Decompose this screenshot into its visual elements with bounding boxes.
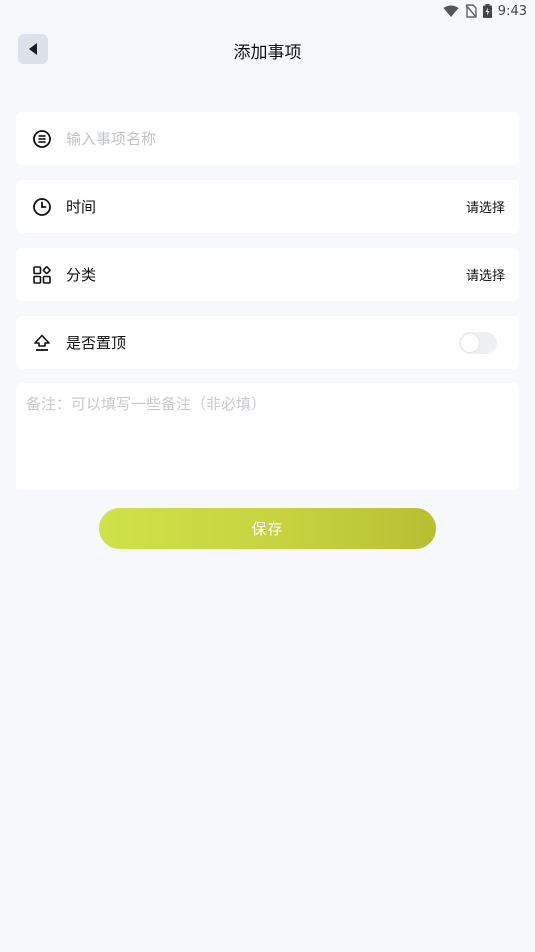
- category-select[interactable]: 请选择: [466, 265, 505, 284]
- time-row[interactable]: 时间 请选择: [16, 180, 519, 233]
- status-bar: 9:43: [0, 0, 535, 22]
- category-row[interactable]: 分类 请选择: [16, 248, 519, 301]
- pin-label: 是否置顶: [66, 334, 127, 352]
- battery-charging-icon: [482, 4, 492, 18]
- status-time: 9:43: [497, 3, 527, 19]
- pin-toggle[interactable]: [459, 331, 497, 354]
- equal-circle-icon: [32, 129, 52, 149]
- remark-card: [16, 383, 519, 490]
- no-sim-icon: [465, 4, 477, 18]
- header: 添加事项: [0, 30, 535, 70]
- pin-top-icon: [32, 333, 52, 353]
- clock-icon: [32, 197, 52, 217]
- toggle-knob: [461, 333, 479, 352]
- time-label: 时间: [66, 198, 97, 216]
- wifi-icon: [443, 5, 459, 18]
- grid-shapes-icon: [32, 265, 52, 285]
- time-select[interactable]: 请选择: [466, 197, 505, 216]
- name-field-card[interactable]: [16, 112, 519, 165]
- remark-textarea[interactable]: [26, 393, 509, 480]
- name-input[interactable]: [66, 129, 505, 148]
- save-button[interactable]: 保存: [99, 508, 436, 549]
- page-title: 添加事项: [233, 43, 302, 63]
- pin-row: 是否置顶: [16, 316, 519, 369]
- category-label: 分类: [66, 266, 97, 284]
